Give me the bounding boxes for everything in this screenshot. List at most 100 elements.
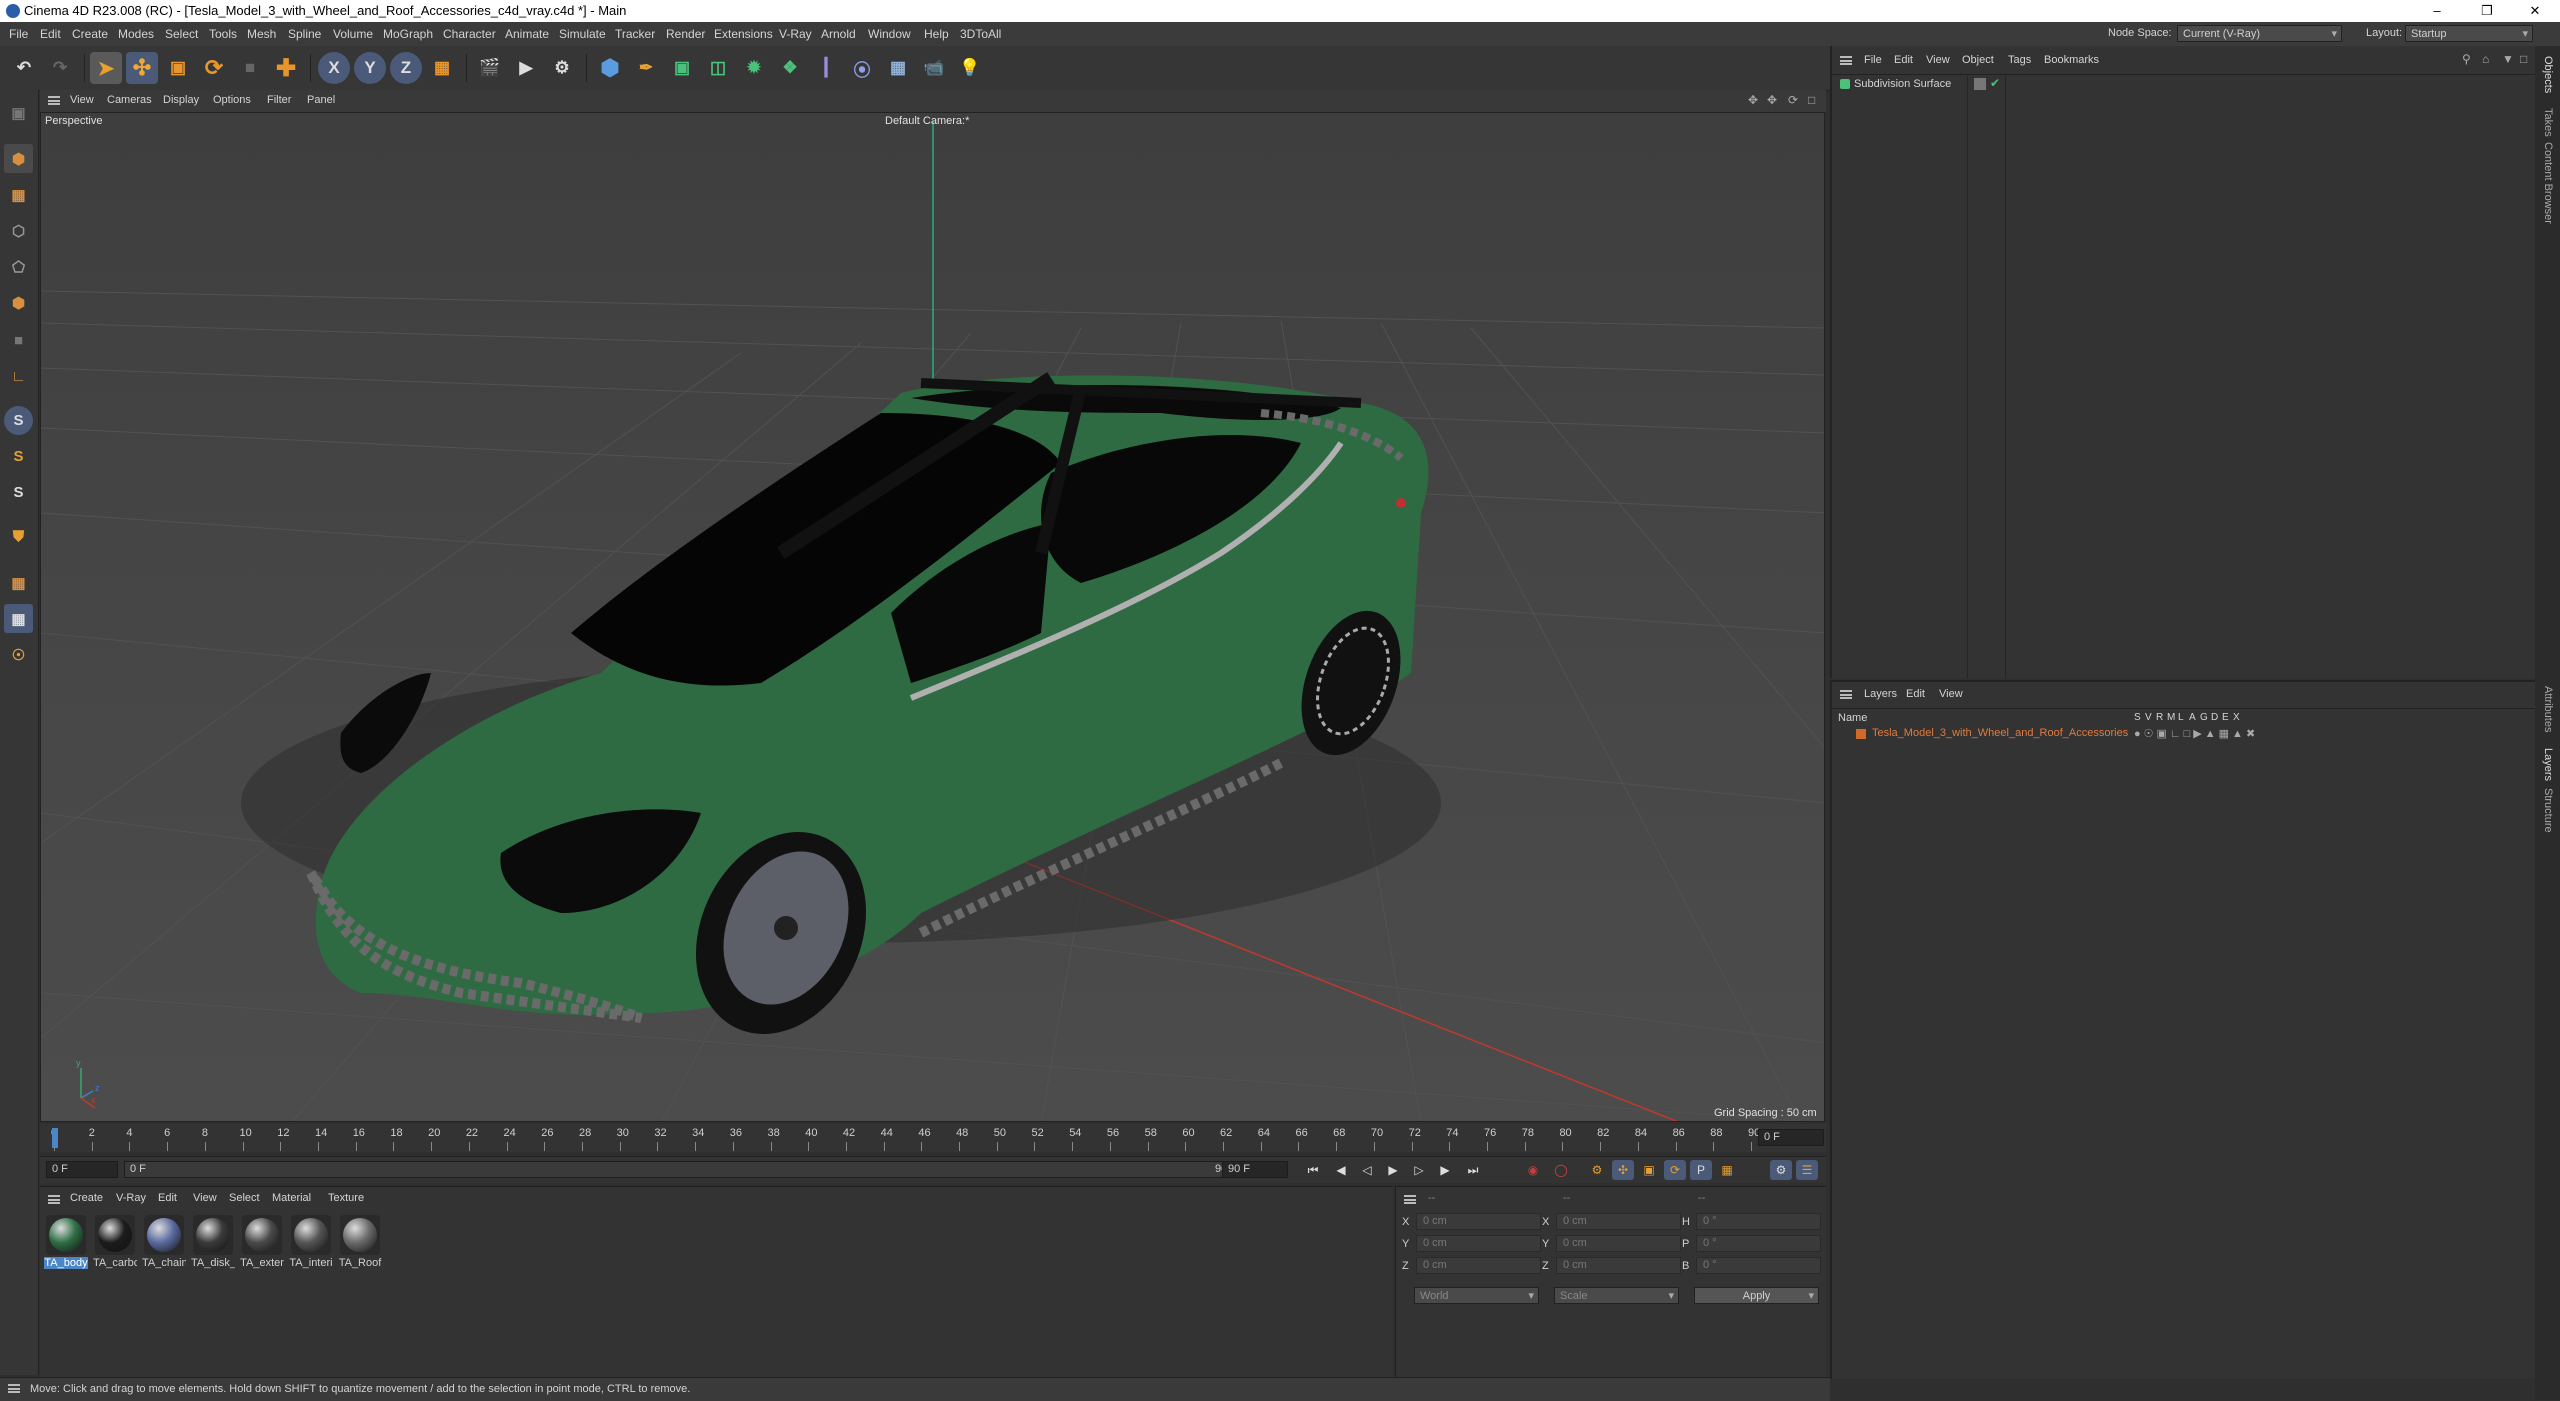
start-frame-field[interactable]: 0 F <box>46 1161 118 1178</box>
material-swatch[interactable]: TA_carbc <box>93 1215 137 1269</box>
viewport-menu-display[interactable]: Display <box>163 94 199 106</box>
viewport-menu-view[interactable]: View <box>70 94 94 106</box>
viewport-rotate-icon[interactable]: ⟳ <box>1788 93 1798 107</box>
menu-mesh[interactable]: Mesh <box>247 27 276 41</box>
menu-arnold[interactable]: Arnold <box>821 27 856 41</box>
coords-menu-icon[interactable] <box>1404 1195 1416 1204</box>
model-mode-icon[interactable]: ⬢ <box>4 144 33 173</box>
tab-objects[interactable]: Objects <box>2542 56 2554 93</box>
layer-column-header[interactable]: L <box>2178 712 2184 723</box>
obj-home-icon[interactable]: ⌂ <box>2482 52 2489 66</box>
layer-name[interactable]: Tesla_Model_3_with_Wheel_and_Roof_Access… <box>1872 727 2128 739</box>
restore-button[interactable]: ❐ <box>2464 0 2510 22</box>
object-row[interactable]: Subdivision Surface ✔ <box>1832 76 2537 94</box>
menu-render[interactable]: Render <box>666 27 705 41</box>
layer-color-swatch[interactable] <box>1856 729 1866 739</box>
make-editable-icon[interactable]: ▣ <box>4 98 33 127</box>
menu-window[interactable]: Window <box>868 27 911 41</box>
obj-menu-file[interactable]: File <box>1864 54 1882 66</box>
layer-row[interactable]: Tesla_Model_3_with_Wheel_and_Roof_Access… <box>1832 726 2537 742</box>
mat-menu-material[interactable]: Material <box>272 1192 311 1204</box>
layer-menu-view[interactable]: View <box>1939 688 1963 700</box>
viewport-menu-icon[interactable] <box>48 96 60 105</box>
mat-menu-texture[interactable]: Texture <box>328 1192 364 1204</box>
menu-select[interactable]: Select <box>165 27 198 41</box>
playhead[interactable] <box>52 1128 58 1148</box>
magnet-icon[interactable]: ⛊ <box>4 522 33 551</box>
object-enabled-check-icon[interactable]: ✔ <box>1990 76 2000 90</box>
layout-dropdown[interactable]: Startup <box>2405 25 2533 43</box>
obj-search-icon[interactable]: ⚲ <box>2462 52 2471 66</box>
obj-menu-object[interactable]: Object <box>1962 54 1994 66</box>
3d-viewport[interactable]: Perspective Default Camera:* Grid Spacin… <box>40 112 1825 1122</box>
viewport-projection-label[interactable]: Perspective <box>45 115 102 127</box>
menu-3dtoall[interactable]: 3DToAll <box>960 27 1001 41</box>
autokey-icon[interactable]: ◯ <box>1550 1160 1572 1180</box>
material-menu-icon[interactable] <box>48 1195 60 1204</box>
coordinate-system-icon[interactable]: ▦ <box>426 52 458 84</box>
key-pla-icon[interactable]: ▦ <box>1716 1160 1738 1180</box>
extrude-generator-icon[interactable]: ◫ <box>702 52 734 84</box>
minimize-button[interactable]: – <box>2414 0 2460 22</box>
previous-frame-icon[interactable]: ◁ <box>1356 1160 1378 1180</box>
position-x-field[interactable]: 0 cm <box>1416 1213 1541 1230</box>
key-position-icon[interactable]: ⚙ <box>1586 1160 1608 1180</box>
viewport-menu-filter[interactable]: Filter <box>267 94 291 106</box>
position-z-field[interactable]: 0 cm <box>1416 1257 1541 1274</box>
object-visibility-icon[interactable] <box>1974 78 1986 90</box>
play-icon[interactable]: ▶ <box>1382 1160 1404 1180</box>
key-rotate-icon[interactable]: ⟳ <box>1664 1160 1686 1180</box>
material-swatch[interactable]: TA_disk_ <box>191 1215 235 1269</box>
viewport-maximize-icon[interactable]: □ <box>1808 93 1815 107</box>
layer-column-header[interactable]: V <box>2145 712 2152 723</box>
undo-icon[interactable]: ↶ <box>8 52 40 84</box>
layer-menu-edit[interactable]: Edit <box>1906 688 1925 700</box>
menu-vray[interactable]: V-Ray <box>779 27 812 41</box>
viewport-menu-cameras[interactable]: Cameras <box>107 94 152 106</box>
previous-key-icon[interactable]: ◀ <box>1330 1160 1352 1180</box>
subdivision-generator-icon[interactable]: ▣ <box>666 52 698 84</box>
motion-clip-icon[interactable]: ⚙ <box>1770 1160 1792 1180</box>
cube-primitive-icon[interactable]: ⬢ <box>594 52 626 84</box>
redo-icon[interactable]: ↷ <box>44 52 76 84</box>
layer-column-header[interactable]: M <box>2167 712 2175 723</box>
key-parameter-icon[interactable]: P <box>1690 1160 1712 1180</box>
tab-attributes[interactable]: Attributes <box>2542 686 2554 732</box>
obj-menu-tags[interactable]: Tags <box>2008 54 2031 66</box>
menu-extensions[interactable]: Extensions <box>714 27 773 41</box>
light-object-icon[interactable]: 💡 <box>954 52 986 84</box>
menu-spline[interactable]: Spline <box>288 27 321 41</box>
mat-menu-create[interactable]: Create <box>70 1192 103 1204</box>
menu-animate[interactable]: Animate <box>505 27 549 41</box>
current-frame-field[interactable]: 0 F <box>1758 1129 1824 1146</box>
scale-tool-icon[interactable]: ▣ <box>162 52 194 84</box>
next-frame-icon[interactable]: ▷ <box>1408 1160 1430 1180</box>
x-axis-lock-button[interactable]: X <box>318 52 350 84</box>
size-x-field[interactable]: 0 cm <box>1556 1213 1681 1230</box>
viewport-zoom-icon[interactable]: ✥ <box>1767 93 1777 107</box>
tab-structure[interactable]: Structure <box>2542 788 2554 833</box>
layer-column-header[interactable]: A <box>2189 712 2196 723</box>
key-move-icon[interactable]: ✣ <box>1612 1160 1634 1180</box>
size-mode-dropdown[interactable]: Scale <box>1554 1287 1679 1305</box>
menu-help[interactable]: Help <box>924 27 949 41</box>
points-mode-icon[interactable]: ⬡ <box>4 216 33 245</box>
menu-simulate[interactable]: Simulate <box>559 27 606 41</box>
layer-menu-layers[interactable]: Layers <box>1864 688 1897 700</box>
camera-object-icon[interactable]: 📹 <box>918 52 950 84</box>
menu-mograph[interactable]: MoGraph <box>383 27 433 41</box>
grid-icon[interactable]: ▦ <box>4 604 33 633</box>
material-swatch[interactable]: TA_body <box>44 1215 88 1269</box>
layer-column-header[interactable]: D <box>2211 712 2218 723</box>
menu-create[interactable]: Create <box>72 27 108 41</box>
floor-environment-icon[interactable]: ▦ <box>882 52 914 84</box>
rotation-b-field[interactable]: 0 ° <box>1696 1257 1821 1274</box>
deformer-icon[interactable]: ┃ <box>810 52 842 84</box>
layer-manager-menu-icon[interactable] <box>1840 690 1852 699</box>
tab-layers[interactable]: Layers <box>2542 748 2554 781</box>
obj-new-window-icon[interactable]: □ <box>2520 52 2527 66</box>
layer-column-header[interactable]: R <box>2156 712 2163 723</box>
field-icon[interactable]: ⦿ <box>846 52 878 84</box>
render-view-icon[interactable]: ▶ <box>510 52 542 84</box>
menu-tools[interactable]: Tools <box>209 27 237 41</box>
